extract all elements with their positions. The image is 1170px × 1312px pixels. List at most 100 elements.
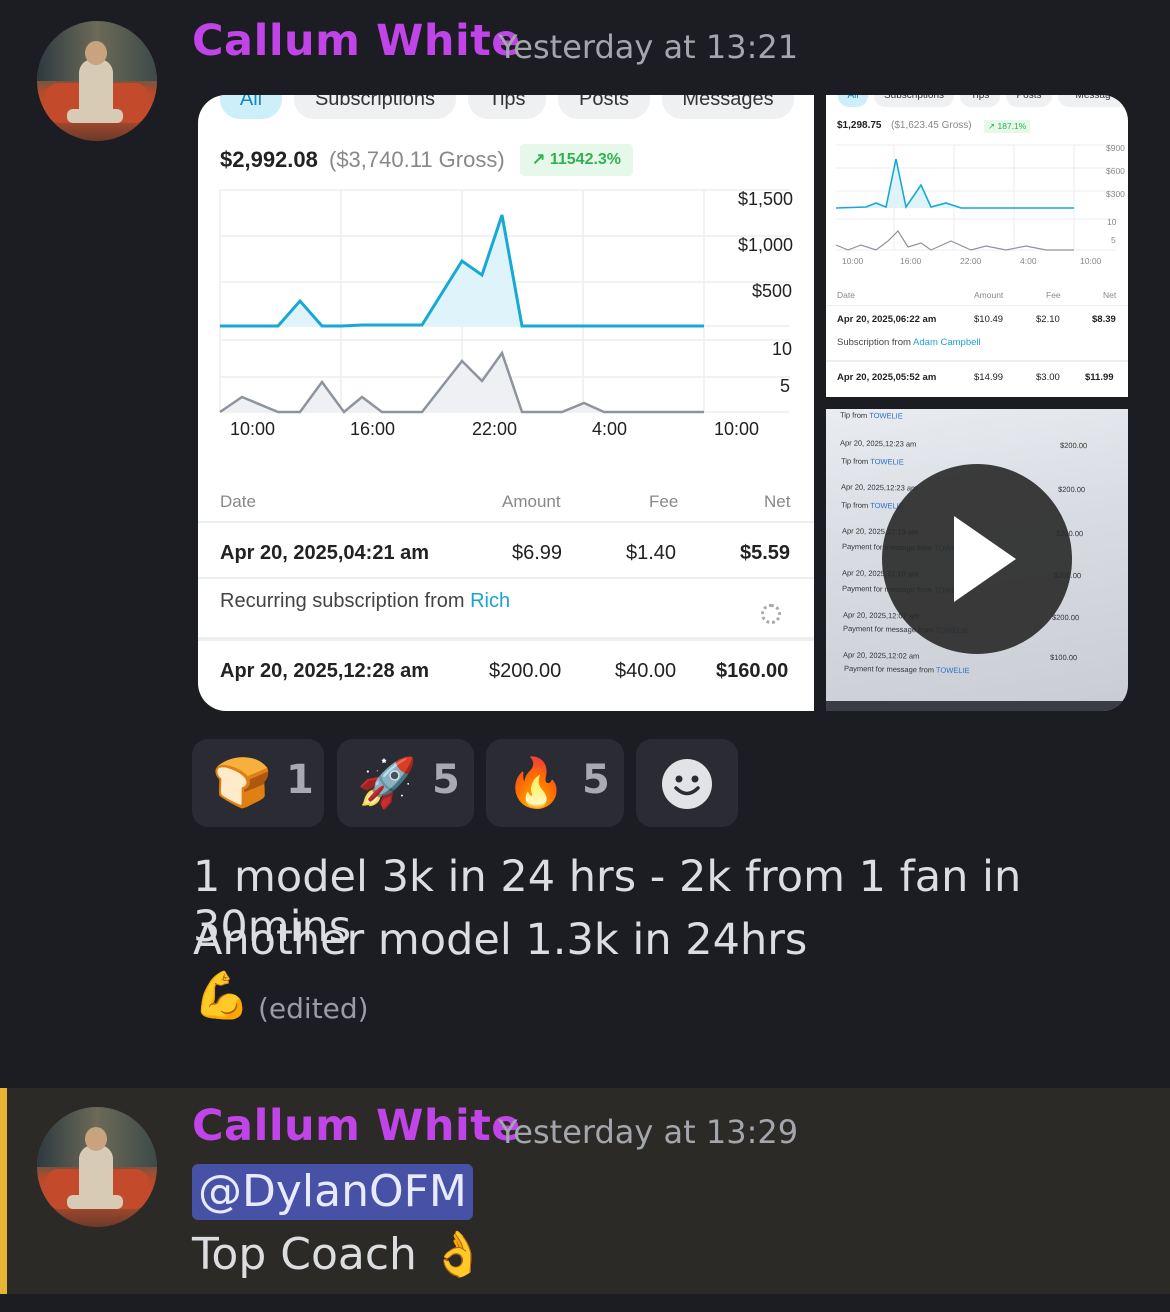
reaction-count: 1 <box>286 757 314 803</box>
col-date: Date <box>220 492 256 511</box>
tab-posts: Posts <box>1006 95 1052 107</box>
y-tick: $300 <box>1106 189 1125 199</box>
y-tick: 5 <box>1111 235 1116 245</box>
play-button[interactable] <box>882 464 1072 654</box>
tab-messages: Messages <box>662 95 794 119</box>
y-tick: 5 <box>780 376 791 396</box>
x-tick: 10:00 <box>230 419 276 439</box>
tab-subscriptions: Subscriptions <box>874 95 954 107</box>
message-1: Callum White Yesterday at 13:21 All Subs… <box>0 0 1170 1088</box>
video-amount: $200.00 <box>1059 440 1088 451</box>
change-badge: ↗ 11542.3% <box>520 144 634 176</box>
y-tick: $1,000 <box>738 235 794 255</box>
net-total: $1,298.75 <box>837 120 882 131</box>
tab-tips: Tips <box>468 95 546 119</box>
reaction-bread[interactable]: 🍞 1 <box>192 739 324 827</box>
bread-emoji: 🍞 <box>212 755 272 811</box>
row-date: Apr 20, 2025,06:22 am <box>837 314 937 325</box>
tab-subscriptions: Subscriptions <box>294 95 456 119</box>
row-description: Recurring subscription from Rich <box>220 590 511 612</box>
video-text-line: Tip from TOWELIE <box>840 456 904 467</box>
row-net: $8.39 <box>1092 314 1116 325</box>
video-text-line: Apr 20, 2025,12:02 am <box>843 650 920 661</box>
video-amount: $100.00 <box>1049 652 1078 663</box>
message-timestamp: Yesterday at 13:21 <box>498 28 799 66</box>
fire-emoji: 🔥 <box>506 755 566 811</box>
row-amount: $6.99 <box>512 542 563 564</box>
y-tick: 10 <box>1107 217 1117 227</box>
user-mention[interactable]: @DylanOFM <box>192 1164 473 1220</box>
taskbar <box>826 701 1128 711</box>
col-amount: Amount <box>502 492 561 511</box>
attachment-image-earnings[interactable]: All Subscriptions Tips Posts Messages $2… <box>198 95 814 711</box>
y-tick: $600 <box>1106 166 1125 176</box>
col-fee: Fee <box>1046 290 1061 300</box>
play-icon <box>954 516 1016 602</box>
earnings-chart <box>835 144 1116 251</box>
message-timestamp: Yesterday at 13:29 <box>498 1113 799 1151</box>
gross-total: ($3,740.11 Gross) <box>329 147 505 172</box>
row-amount: $200.00 <box>489 660 562 682</box>
row-description: Subscription from Adam Campbell <box>837 337 981 348</box>
avatar[interactable] <box>37 1107 157 1227</box>
video-amount: $200.00 <box>1057 484 1086 495</box>
video-text-line: Apr 20, 2025,12:23 am <box>840 482 918 493</box>
y-tick: $500 <box>752 281 793 301</box>
x-tick: 16:00 <box>350 419 396 439</box>
avatar[interactable] <box>37 21 157 141</box>
y-tick: $1,500 <box>738 189 794 209</box>
row-amount: $14.99 <box>974 372 1004 383</box>
net-total: $2,992.08 <box>220 147 318 172</box>
loading-spinner-icon <box>761 604 781 624</box>
reaction-count: 5 <box>432 757 460 803</box>
message-text: Another model 1.3k in 24hrs <box>193 915 808 965</box>
add-reaction-button[interactable] <box>636 739 738 827</box>
x-tick: 10:00 <box>842 256 864 266</box>
author-name[interactable]: Callum White <box>192 1101 521 1151</box>
col-date: Date <box>837 290 855 300</box>
author-name[interactable]: Callum White <box>192 16 521 66</box>
row-fee: $2.10 <box>1036 314 1060 325</box>
earnings-chart: $1,500 $1,000 $500 10 5 10:00 16:00 22:0… <box>198 183 814 543</box>
x-tick: 4:00 <box>1020 256 1037 266</box>
message-text: Top Coach 👌 <box>192 1229 486 1280</box>
edited-label: (edited) <box>258 992 369 1025</box>
highlight-bar <box>0 1088 7 1294</box>
tab-messages: Messag <box>1058 95 1128 107</box>
col-net: Net <box>1103 290 1117 300</box>
row-fee: $1.40 <box>626 542 677 564</box>
row-net: $5.59 <box>740 542 791 564</box>
row-date: Apr 20, 2025,04:21 am <box>220 542 430 564</box>
x-tick: 22:00 <box>960 256 982 266</box>
y-tick: $900 <box>1106 143 1125 153</box>
row-fee: $40.00 <box>615 660 677 682</box>
tab-posts: Posts <box>558 95 650 119</box>
row-net: $160.00 <box>716 660 789 682</box>
message-2: Callum White Yesterday at 13:29 <box>0 1088 1170 1294</box>
x-tick: 4:00 <box>592 419 628 439</box>
gross-total: ($1,623.45 Gross) <box>891 120 972 131</box>
row-date: Apr 20, 2025,05:52 am <box>837 372 937 383</box>
attachment-video[interactable]: Tip from TOWELIE Apr 20, 2025,12:23 am $20… <box>826 409 1128 711</box>
reaction-rocket[interactable]: 🚀 5 <box>337 739 474 827</box>
rocket-emoji: 🚀 <box>357 755 417 811</box>
video-amount: $200.00 <box>1051 612 1080 623</box>
reaction-fire[interactable]: 🔥 5 <box>486 739 624 827</box>
tab-all: All <box>220 95 282 119</box>
change-badge: ↗ 187.1% <box>984 120 1031 133</box>
col-fee: Fee <box>649 492 679 511</box>
reaction-count: 5 <box>582 757 610 803</box>
muscle-emoji: 💪 <box>193 968 251 1022</box>
ok-hand-emoji: 👌 <box>430 1229 486 1280</box>
video-text-line: Payment for message from TOWELIE <box>843 663 970 676</box>
x-tick: 16:00 <box>900 256 922 266</box>
add-reaction-icon <box>662 759 712 809</box>
x-tick: 22:00 <box>472 419 518 439</box>
video-text-line: Apr 20, 2025,12:23 am <box>840 438 917 449</box>
col-amount: Amount <box>974 290 1004 300</box>
x-tick: 10:00 <box>714 419 760 439</box>
video-text-line: Tip from TOWELIE <box>839 410 903 421</box>
col-net: Net <box>764 492 791 511</box>
tab-all: All <box>838 95 868 107</box>
attachment-image-earnings-2[interactable]: All Subscriptions Tips Posts Messag $1,2… <box>826 95 1128 397</box>
